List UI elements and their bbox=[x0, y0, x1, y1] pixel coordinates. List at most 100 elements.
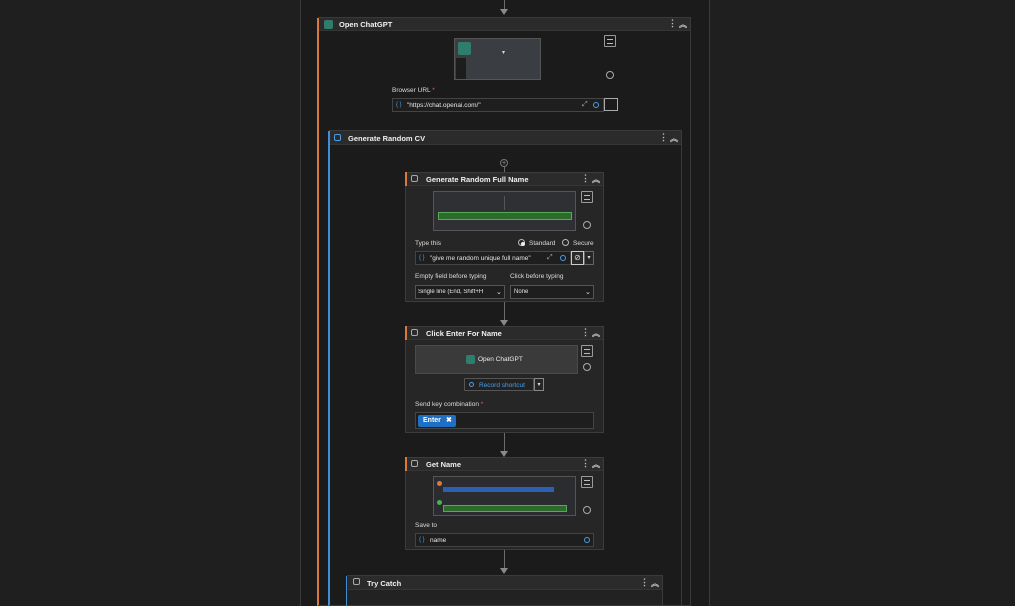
collapse-chevron-icon[interactable]: ︽ bbox=[670, 133, 678, 144]
highlighted-text bbox=[443, 487, 554, 492]
target-window-panel[interactable]: Open ChatGPT bbox=[415, 345, 578, 374]
highlighted-target bbox=[438, 212, 572, 220]
screenshot-thumbnail[interactable] bbox=[433, 191, 576, 231]
more-options-icon[interactable]: ⋮ bbox=[581, 327, 590, 338]
secure-label: Secure bbox=[573, 240, 594, 247]
connector-line bbox=[504, 550, 505, 569]
dropdown-arrow-icon[interactable]: ▾ bbox=[584, 251, 594, 265]
collapse-chevron-icon[interactable]: ︽ bbox=[592, 459, 600, 470]
activity-title: Get Name bbox=[426, 460, 462, 469]
menu-icon[interactable] bbox=[581, 191, 593, 203]
save-to-label: Save to bbox=[415, 522, 438, 529]
lock-icon bbox=[353, 578, 360, 585]
activity-title: Try Catch bbox=[367, 579, 402, 588]
anchor-icon bbox=[437, 481, 442, 486]
more-options-icon[interactable]: ⋮ bbox=[640, 577, 649, 588]
key-combination-field[interactable]: Enter ✖ bbox=[415, 412, 594, 429]
add-activity-icon[interactable]: + bbox=[500, 159, 508, 167]
connector-arrow bbox=[500, 568, 508, 574]
chevron-down-icon: ⌄ bbox=[496, 289, 502, 296]
standard-radio[interactable] bbox=[518, 239, 525, 246]
chevron-down-icon: ⌄ bbox=[585, 289, 591, 296]
empty-field-label: Empty field before typing bbox=[415, 273, 487, 280]
click-before-label: Click before typing bbox=[510, 273, 564, 280]
activity-title: Generate Random Full Name bbox=[426, 175, 529, 184]
click-before-select[interactable]: None ⌄ bbox=[510, 285, 594, 299]
info-icon[interactable] bbox=[584, 537, 590, 543]
type-this-input[interactable]: { } "give me random unique full name" ⤢ bbox=[415, 251, 571, 265]
record-shortcut-button[interactable]: Record shortcut bbox=[464, 378, 534, 391]
screenshot-thumbnail[interactable]: ▾ bbox=[454, 38, 541, 80]
dropdown-arrow-icon[interactable]: ▾ bbox=[534, 378, 544, 391]
highlighted-target bbox=[443, 505, 567, 512]
expand-icon[interactable]: ⤢ bbox=[582, 101, 588, 109]
click-before-value: None bbox=[514, 289, 529, 295]
browser-url-input[interactable]: { } "https://chat.openai.com/" ⤢ bbox=[392, 98, 604, 112]
click-enter-titlebar[interactable]: Click Enter For Name ⋮ ︽ bbox=[407, 327, 603, 340]
generate-random-cv-titlebar[interactable]: Generate Random CV ⋮ ︽ bbox=[330, 131, 681, 145]
target-icon[interactable] bbox=[583, 221, 591, 229]
more-options-icon[interactable]: ⋮ bbox=[581, 173, 590, 184]
collapse-chevron-icon[interactable]: ︽ bbox=[592, 174, 600, 185]
expression-icon: { } bbox=[396, 102, 402, 108]
thumbnail-divider bbox=[504, 196, 505, 210]
type-into-icon bbox=[411, 175, 418, 182]
more-options-icon[interactable]: ⋮ bbox=[668, 18, 677, 29]
target-marker-icon bbox=[437, 500, 442, 505]
browser-url-label: Browser URL * bbox=[392, 87, 435, 94]
sequence-icon bbox=[334, 134, 341, 141]
type-this-label: Type this bbox=[415, 240, 442, 247]
info-icon[interactable] bbox=[560, 255, 566, 261]
target-icon[interactable] bbox=[606, 71, 614, 79]
keyboard-shortcut-icon bbox=[411, 329, 418, 336]
expression-icon: { } bbox=[419, 537, 425, 543]
save-to-value: name bbox=[430, 537, 447, 544]
connector-arrow bbox=[500, 9, 508, 15]
type-this-value: "give me random unique full name" bbox=[430, 255, 531, 262]
record-shortcut-label: Record shortcut bbox=[479, 382, 525, 389]
open-chatgpt-titlebar[interactable]: Open ChatGPT ⋮ ︽ bbox=[319, 18, 690, 31]
generate-random-full-name-titlebar[interactable]: Generate Random Full Name ⋮ ︽ bbox=[407, 173, 603, 186]
hide-text-icon[interactable]: ⊘ bbox=[571, 251, 584, 265]
info-icon[interactable] bbox=[593, 102, 599, 108]
empty-field-select[interactable]: Single line (End, Shift+H ⌄ bbox=[415, 285, 505, 299]
target-icon[interactable] bbox=[583, 363, 591, 371]
get-name-titlebar[interactable]: Get Name ⋮ ︽ bbox=[407, 458, 603, 471]
menu-icon[interactable] bbox=[581, 476, 593, 488]
get-text-icon bbox=[411, 460, 418, 467]
key-chip-label: Enter bbox=[423, 417, 441, 424]
screenshot-thumbnail[interactable] bbox=[433, 476, 576, 516]
target-icon[interactable] bbox=[583, 506, 591, 514]
activity-title: Open ChatGPT bbox=[339, 20, 393, 29]
empty-field-value: Single line (End, Shift+H bbox=[418, 289, 484, 295]
collapse-chevron-icon[interactable]: ︽ bbox=[679, 19, 687, 30]
browser-window-icon[interactable] bbox=[604, 98, 618, 111]
expand-icon[interactable]: ⤢ bbox=[547, 254, 553, 262]
activity-title: Click Enter For Name bbox=[426, 329, 502, 338]
key-chip[interactable]: Enter ✖ bbox=[418, 415, 456, 427]
cursor-icon: ▾ bbox=[502, 50, 506, 56]
target-window-label: Open ChatGPT bbox=[478, 356, 523, 363]
collapse-chevron-icon[interactable]: ︽ bbox=[651, 578, 659, 589]
try-catch-titlebar[interactable]: Try Catch ⋮ ︽ bbox=[348, 576, 662, 590]
thumbnail-sidebar bbox=[456, 58, 466, 79]
chatgpt-logo-icon bbox=[458, 42, 471, 55]
record-icon bbox=[469, 382, 474, 387]
more-options-icon[interactable]: ⋮ bbox=[659, 132, 668, 143]
browser-url-value: "https://chat.openai.com/" bbox=[407, 102, 481, 109]
collapse-chevron-icon[interactable]: ︽ bbox=[592, 328, 600, 339]
save-to-input[interactable]: { } name bbox=[415, 533, 594, 547]
sequence-title: Generate Random CV bbox=[348, 134, 426, 143]
connector-line bbox=[504, 302, 505, 321]
menu-icon[interactable] bbox=[604, 35, 616, 47]
chatgpt-logo-icon bbox=[466, 355, 475, 364]
connector-line bbox=[504, 433, 505, 452]
send-key-label: Send key combination * bbox=[415, 401, 484, 408]
expression-icon: { } bbox=[419, 255, 425, 261]
chatgpt-logo-icon bbox=[324, 20, 333, 29]
standard-label: Standard bbox=[529, 240, 556, 247]
more-options-icon[interactable]: ⋮ bbox=[581, 458, 590, 469]
menu-icon[interactable] bbox=[581, 345, 593, 357]
remove-key-icon[interactable]: ✖ bbox=[446, 416, 452, 424]
secure-radio[interactable] bbox=[562, 239, 569, 246]
